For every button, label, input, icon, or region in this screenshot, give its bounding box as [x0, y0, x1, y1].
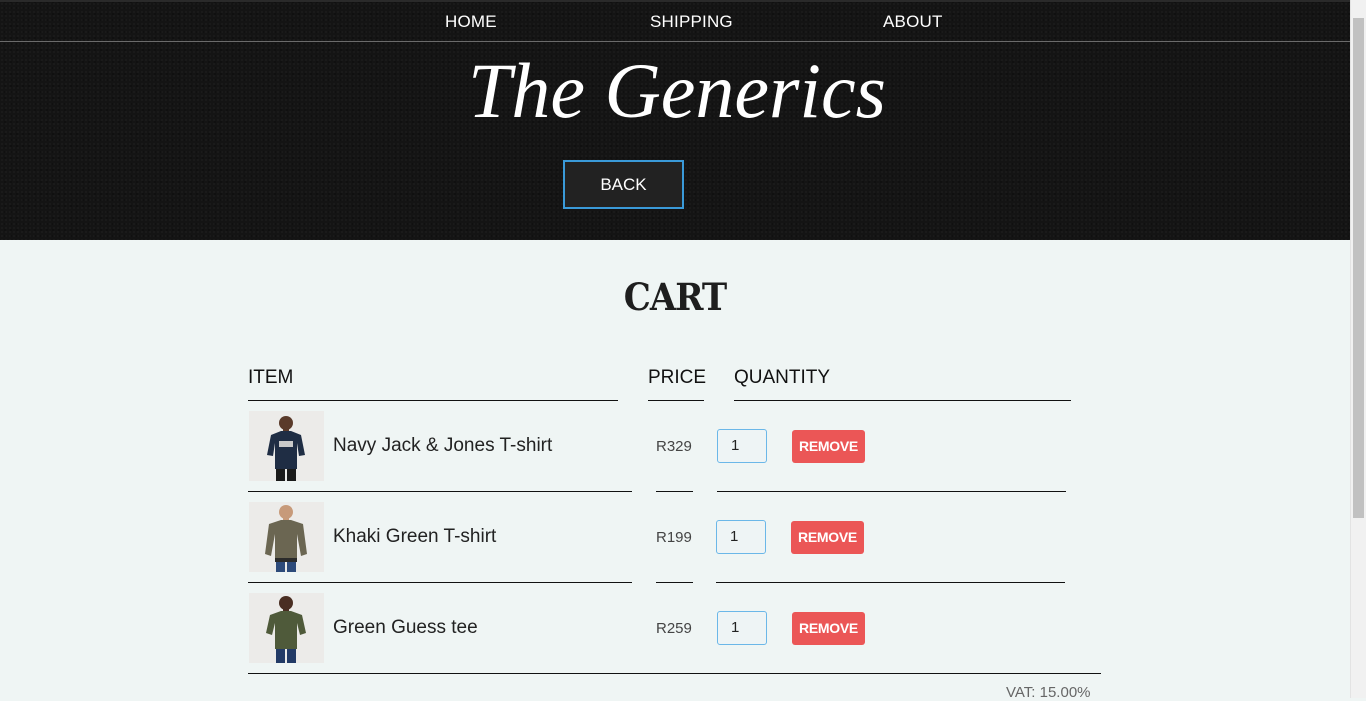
remove-button[interactable]: REMOVE: [792, 430, 865, 463]
column-header-item: ITEM: [248, 367, 618, 401]
item-price: R259: [656, 620, 692, 637]
person-tshirt-icon: [266, 596, 306, 663]
item-price: R329: [656, 438, 692, 455]
top-nav: HOME SHIPPING ABOUT: [0, 2, 1350, 42]
vat-label: VAT: 15.00%: [1006, 684, 1091, 701]
product-image: [249, 411, 324, 481]
product-image: [249, 593, 324, 663]
remove-button[interactable]: REMOVE: [792, 612, 865, 645]
item-name: Khaki Green T-shirt: [333, 526, 497, 547]
remove-button[interactable]: REMOVE: [791, 521, 864, 554]
item-name: Green Guess tee: [333, 617, 478, 638]
nav-home-link[interactable]: HOME: [445, 12, 497, 32]
quantity-input[interactable]: 1: [716, 520, 766, 554]
column-header-quantity: QUANTITY: [734, 367, 1071, 401]
site-brand-title: The Generics: [467, 47, 887, 134]
row-divider: [716, 582, 1065, 583]
person-tshirt-icon: [265, 505, 307, 572]
quantity-input[interactable]: 1: [717, 429, 767, 463]
row-divider: [248, 491, 632, 492]
row-divider: [248, 582, 632, 583]
scrollbar-thumb[interactable]: [1353, 18, 1364, 518]
row-divider: [717, 491, 1066, 492]
cart-title: CART: [623, 276, 727, 320]
column-header-price: PRICE: [648, 367, 706, 401]
cart-total-divider: [248, 673, 1101, 674]
product-image: [249, 502, 324, 572]
nav-about-link[interactable]: ABOUT: [883, 12, 943, 32]
row-divider: [656, 491, 693, 492]
page-scrollbar[interactable]: [1350, 0, 1366, 698]
back-button[interactable]: BACK: [563, 160, 684, 209]
item-name: Navy Jack & Jones T-shirt: [333, 435, 553, 456]
quantity-input[interactable]: 1: [717, 611, 767, 645]
item-price: R199: [656, 529, 692, 546]
row-divider: [656, 582, 693, 583]
site-header: HOME SHIPPING ABOUT The Generics BACK: [0, 0, 1350, 240]
person-tshirt-icon: [267, 416, 305, 481]
nav-shipping-link[interactable]: SHIPPING: [650, 12, 733, 32]
